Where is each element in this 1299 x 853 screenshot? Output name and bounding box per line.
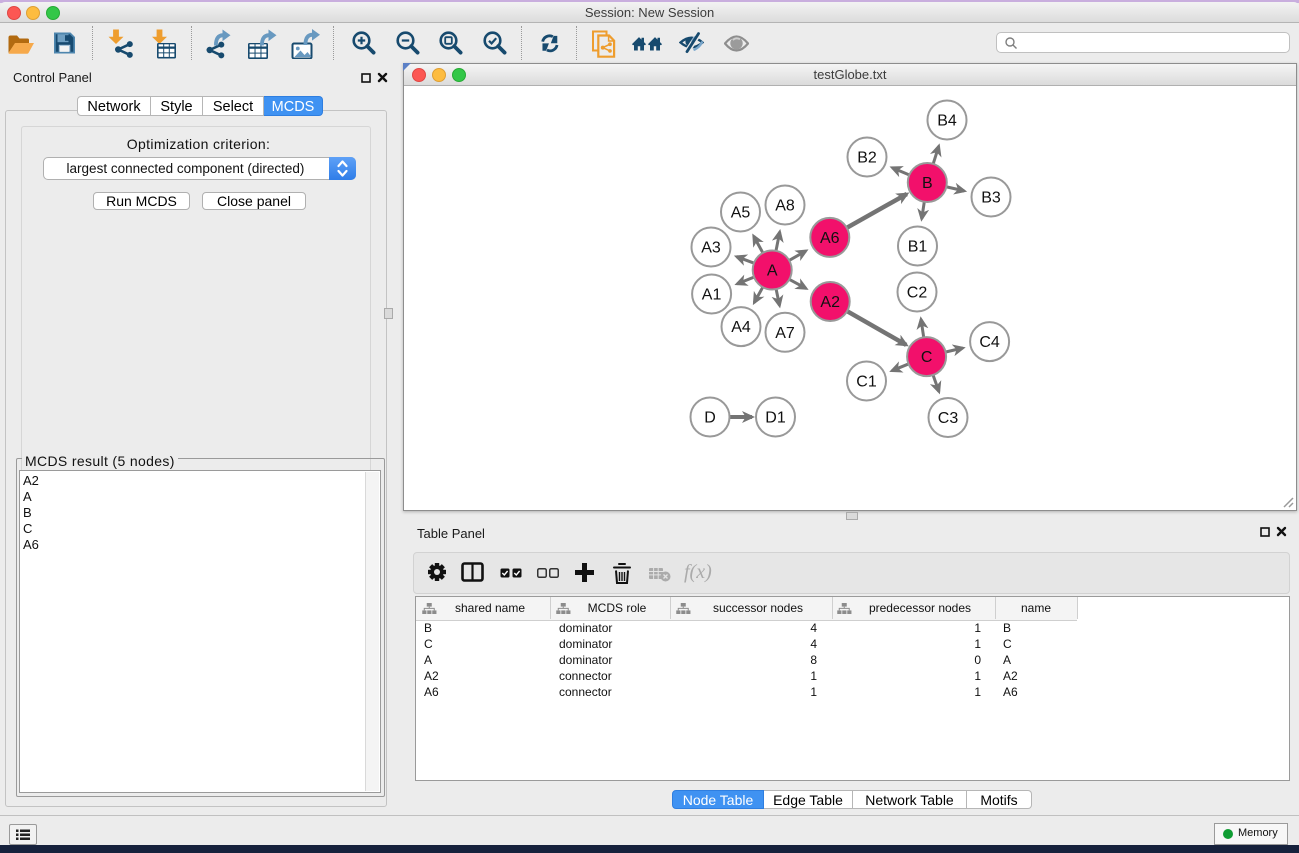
- svg-text:B2: B2: [857, 150, 877, 167]
- svg-text:C1: C1: [856, 374, 877, 391]
- svg-text:C3: C3: [938, 410, 959, 427]
- svg-text:B3: B3: [981, 190, 1001, 207]
- svg-text:A4: A4: [731, 319, 751, 336]
- svg-text:B: B: [922, 175, 933, 192]
- svg-text:C4: C4: [979, 334, 1000, 351]
- svg-text:D: D: [704, 410, 716, 427]
- svg-text:A1: A1: [702, 287, 722, 304]
- svg-text:D1: D1: [765, 410, 786, 427]
- svg-text:C2: C2: [907, 285, 928, 302]
- svg-text:B1: B1: [908, 239, 928, 256]
- svg-text:A5: A5: [731, 205, 751, 222]
- svg-text:A7: A7: [775, 325, 795, 342]
- svg-text:A2: A2: [820, 294, 840, 311]
- svg-text:A8: A8: [775, 198, 795, 215]
- svg-text:C: C: [921, 349, 933, 366]
- svg-text:B4: B4: [937, 113, 957, 130]
- svg-text:A: A: [767, 263, 778, 280]
- svg-text:A6: A6: [820, 230, 840, 247]
- svg-text:A3: A3: [701, 240, 721, 257]
